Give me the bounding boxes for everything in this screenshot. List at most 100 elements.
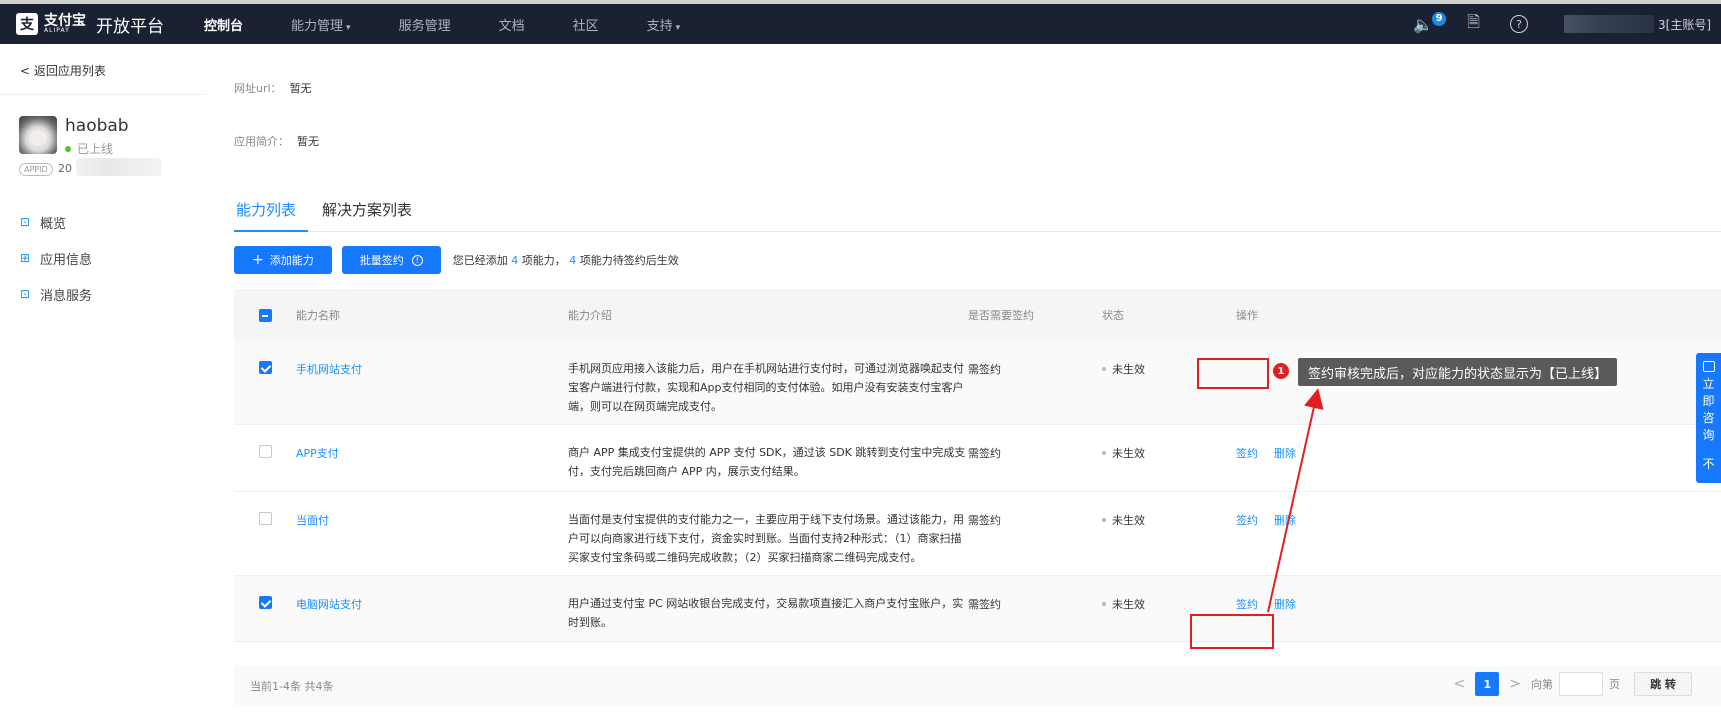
app-status: 已上线: [65, 140, 113, 157]
goto-button[interactable]: 跳 转: [1634, 672, 1692, 696]
sign-link[interactable]: 签约: [1236, 598, 1258, 611]
col-actions: 操作: [1236, 309, 1258, 322]
delete-link[interactable]: 删除: [1274, 598, 1296, 611]
consult-now-float-button[interactable]: 立 即 咨 询 不: [1696, 353, 1721, 483]
logo-zh: 支付宝: [44, 13, 86, 29]
status-label: 未生效: [1102, 596, 1236, 612]
user-avatar[interactable]: [1564, 15, 1654, 33]
capability-name-link[interactable]: 当面付: [296, 514, 329, 527]
col-sign-required: 是否需要签约: [968, 309, 1034, 322]
alipay-logo[interactable]: 支 支付宝 ALIPAY 开放平台: [16, 10, 164, 38]
url-value: 暂无: [289, 82, 312, 95]
sidebar-item-message-service[interactable]: ⊡ 消息服务: [18, 276, 92, 312]
capability-description: 手机网页应用接入该能力后，用户在手机网站进行支付时，可通过浏览器唤起支付宝客户端…: [568, 362, 964, 413]
table-row: APP支付 商户 APP 集成支付宝提供的 APP 支付 SDK，通过该 SDK…: [234, 425, 1721, 492]
app-name: haobab: [65, 116, 129, 136]
top-navigation-bar: 支 支付宝 ALIPAY 开放平台 控制台 能力管理 ▾ 服务管理 文档 社区 支…: [0, 0, 1721, 44]
app-avatar: [19, 116, 57, 154]
chevron-down-icon: ▾: [675, 22, 681, 33]
toolbar: + 添加能力 批量签约! 您已经添加 4 项能力， 4 项能力待签约后生效: [234, 246, 679, 274]
capability-name-link[interactable]: 手机网站支付: [296, 363, 362, 376]
table-header: 能力名称 能力介绍 是否需要签约 状态 操作: [234, 289, 1721, 341]
row-checkbox[interactable]: [258, 512, 272, 525]
delete-link[interactable]: 删除: [1274, 447, 1296, 460]
batch-sign-button[interactable]: 批量签约!: [341, 246, 441, 274]
select-all-checkbox[interactable]: [258, 308, 272, 322]
status-dot-icon: [1102, 451, 1106, 455]
table-row: 电脑网站支付 用户通过支付宝 PC 网站收银台完成支付，交易款项直接汇入商户支付…: [234, 576, 1721, 642]
tab-capability-list[interactable]: 能力列表: [234, 198, 309, 232]
sign-required: 需签约: [968, 598, 1001, 611]
appid-value: 20: [58, 162, 72, 175]
intro-value: 暂无: [297, 135, 319, 148]
capability-name-link[interactable]: APP支付: [296, 447, 339, 460]
status-dot-icon: [1102, 367, 1106, 371]
annotation-tooltip: 签约审核完成后，对应能力的状态显示为【已上线】: [1298, 358, 1618, 386]
row-actions: 签约 删除: [1236, 445, 1436, 461]
nav-service-management[interactable]: 服务管理: [399, 15, 451, 34]
sidebar-item-app-info[interactable]: ⊞ 应用信息: [18, 240, 92, 276]
status-dot-icon: [1102, 602, 1106, 606]
highlight-box-status-row1: [1197, 358, 1269, 389]
row-checkbox[interactable]: [258, 445, 272, 458]
info-icon: !: [411, 254, 423, 266]
message-monitor-icon: ⊡: [19, 287, 31, 301]
nav-community[interactable]: 社区: [573, 15, 599, 34]
goto-label: 向第: [1531, 678, 1553, 691]
grid-icon: ⊞: [19, 251, 31, 265]
col-status: 状态: [1102, 309, 1124, 322]
monitor-icon: ⊡: [19, 215, 31, 229]
sign-link[interactable]: 签约: [1236, 514, 1258, 527]
nav-console[interactable]: 控制台: [204, 15, 243, 34]
annotation-number-badge: 1: [1273, 363, 1289, 379]
capability-table: 能力名称 能力介绍 是否需要签约 状态 操作 手机网站支付 手机网页应用接入该能…: [234, 289, 1721, 642]
table-row: 当面付 当面付是支付宝提供的支付能力之一，主要应用于线下支付场景。通过该能力，用…: [234, 492, 1721, 576]
plus-icon: +: [252, 252, 264, 268]
status-dot-icon: [1102, 518, 1106, 522]
record-count: 当前1-4条 共4条: [250, 680, 334, 693]
goto-page-input[interactable]: [1559, 672, 1603, 696]
document-icon[interactable]: 🗎: [1467, 11, 1480, 38]
sign-link[interactable]: 签约: [1236, 447, 1258, 460]
capability-summary: 您已经添加 4 项能力， 4 项能力待签约后生效: [452, 254, 679, 267]
main-nav: 控制台 能力管理 ▾ 服务管理 文档 社区 支持 ▾: [204, 4, 728, 44]
tab-solution-list[interactable]: 解决方案列表: [320, 198, 424, 232]
divider: [0, 94, 206, 95]
delete-link[interactable]: 删除: [1274, 514, 1296, 527]
row-checkbox[interactable]: [258, 596, 272, 609]
sign-required: 需签约: [968, 363, 1001, 376]
next-page-icon[interactable]: >: [1509, 676, 1521, 692]
nav-support[interactable]: 支持 ▾: [647, 15, 681, 34]
page-1-button[interactable]: 1: [1475, 672, 1500, 696]
platform-title: 开放平台: [96, 16, 164, 37]
nav-capability-management[interactable]: 能力管理 ▾: [291, 15, 351, 34]
account-label[interactable]: 3[主账号]: [1658, 16, 1711, 33]
status-label: 未生效: [1102, 512, 1236, 528]
help-icon[interactable]: ?: [1510, 15, 1528, 33]
sidebar-item-overview[interactable]: ⊡ 概览: [18, 204, 92, 240]
prev-page-icon[interactable]: <: [1454, 676, 1466, 692]
main-content: 网址url： 暂无 应用简介： 暂无 能力列表 解决方案列表 + 添加能力 批量签约!…: [206, 44, 1721, 728]
notification-speaker-icon[interactable]: 🔈 9: [1413, 11, 1447, 34]
add-capability-button[interactable]: + 添加能力: [234, 246, 332, 274]
row-checkbox[interactable]: [258, 361, 272, 374]
status-dot-icon: [65, 145, 71, 152]
sign-required: 需签约: [968, 447, 1001, 460]
col-name: 能力名称: [296, 309, 340, 322]
back-to-app-list-link[interactable]: < 返回应用列表: [20, 62, 106, 79]
page-unit-label: 页: [1609, 678, 1620, 691]
row-actions: 签约 删除: [1236, 596, 1436, 612]
top-right-tools: 🔈 9 🗎 ? 3[主账号]: [1413, 4, 1721, 44]
capability-description: 当面付是支付宝提供的支付能力之一，主要应用于线下支付场景。通过该能力，用户可以向…: [568, 513, 964, 564]
pagination: < 1 > 向第 页 跳 转: [1444, 672, 1692, 696]
row-actions: 签约 删除: [1236, 512, 1436, 528]
chevron-left-icon: <: [20, 64, 31, 78]
sign-required: 需签约: [968, 514, 1001, 527]
capability-name-link[interactable]: 电脑网站支付: [296, 598, 362, 611]
status-label: 未生效: [1102, 445, 1236, 461]
chevron-down-icon: ▾: [346, 22, 351, 33]
tab-bar: 能力列表 解决方案列表: [234, 198, 1721, 232]
appid-badge: APPID: [19, 163, 53, 176]
nav-docs[interactable]: 文档: [499, 15, 525, 34]
capability-description: 用户通过支付宝 PC 网站收银台完成支付，交易款项直接汇入商户支付宝账户，实时到…: [568, 597, 964, 629]
